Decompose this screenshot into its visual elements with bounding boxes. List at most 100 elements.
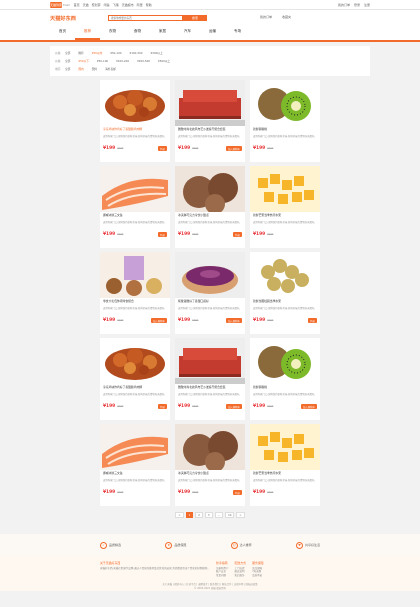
product-card[interactable]: 挪威冰鲜三文鱼 送到你家门口,保鲜保持新鲜美味,新鲜美味的食物天天都有。 ¥199 ¥… <box>100 166 170 248</box>
search-input[interactable] <box>108 15 183 21</box>
top-nav-link[interactable]: 聚划算 <box>92 3 101 7</box>
product-action-button[interactable]: 加入购物车 <box>226 404 242 409</box>
product-action-button[interactable]: 加入购物车 <box>151 318 167 323</box>
search-button[interactable]: 搜索 <box>183 15 207 21</box>
page-button[interactable]: 10 <box>225 512 235 518</box>
product-card[interactable]: 雅致时尚北欧风布艺沙发客厅组合套装 送到你家门口,保鲜保持新鲜美味,新鲜美味的食物… <box>175 338 245 420</box>
filter-option[interactable]: 推荐 <box>78 51 83 55</box>
product-image[interactable] <box>100 338 170 384</box>
product-image[interactable] <box>100 252 170 298</box>
product-image[interactable] <box>100 166 170 212</box>
top-right-link[interactable]: 我的订单 <box>338 3 350 7</box>
filter-option[interactable]: 全部 <box>65 67 70 71</box>
header-link[interactable]: 我的订单 <box>260 15 272 19</box>
page-button[interactable]: 3 <box>204 512 213 518</box>
product-action-button[interactable]: 加入购物车 <box>226 318 242 323</box>
product-image[interactable] <box>250 338 320 384</box>
product-image[interactable] <box>175 338 245 384</box>
filter-option[interactable]: 全部 <box>65 59 70 63</box>
product-action-button[interactable]: 特价 <box>158 232 167 237</box>
product-title[interactable]: 新鲜芒果当季热带水果 <box>250 212 320 220</box>
product-card[interactable]: 雅致时尚北欧风布艺沙发客厅组合套装 送到你家门口,保鲜保持新鲜美味,新鲜美味的食物… <box>175 80 245 162</box>
product-image[interactable] <box>250 424 320 470</box>
product-action-button[interactable]: 特价 <box>308 318 317 323</box>
filter-option[interactable]: ¥200-500 <box>137 59 150 63</box>
product-card[interactable]: 冰淇淋巧克力冷饮小甜点 送到你家门口,保鲜保持新鲜美味,新鲜美味的食物天天都有。 ¥… <box>175 424 245 506</box>
filter-option[interactable]: ¥100-300 <box>130 51 143 55</box>
product-action-button[interactable]: 特价 <box>233 232 242 237</box>
filter-option[interactable]: ¥50-100 <box>110 51 121 55</box>
product-image[interactable] <box>175 166 245 214</box>
product-title[interactable]: 挪威冰鲜三文鱼 <box>100 212 170 220</box>
product-card[interactable]: 新鲜芒果当季热带水果 送到你家门口,保鲜保持新鲜美味,新鲜美味的食物天天都有。 ¥1… <box>250 166 320 248</box>
product-card[interactable]: 冷冻鸡块炸鸡好了香甜脆鸡肉酥 送到你家门口,保鲜保持新鲜美味,新鲜美味的食物天天都… <box>100 80 170 162</box>
product-title[interactable]: 冰淇淋巧克力冷饮小甜点 <box>175 470 245 478</box>
footer-link[interactable]: 品质承诺 <box>252 574 264 578</box>
product-image[interactable] <box>250 252 320 298</box>
filter-option[interactable]: 海外直邮 <box>105 67 116 71</box>
top-nav-link[interactable]: 天猫 <box>83 3 89 7</box>
product-title[interactable]: 雅致时尚北欧风布艺沙发客厅组合套装 <box>175 384 245 392</box>
product-title[interactable]: 挪威冰鲜三文鱼 <box>100 470 170 478</box>
product-title[interactable]: 雅致时尚北欧风布艺沙发客厅组合套装 <box>175 126 245 134</box>
page-button[interactable]: > <box>236 512 245 518</box>
top-nav-link[interactable]: 飞猪 <box>113 3 119 7</box>
product-image[interactable] <box>175 252 245 298</box>
top-nav-link[interactable]: 帮助 <box>146 3 152 7</box>
footer-link[interactable]: 常见问题 <box>216 574 229 578</box>
filter-option[interactable]: ¥500以上 <box>158 59 170 63</box>
filter-option[interactable]: ¥100-200 <box>116 59 129 63</box>
product-card[interactable]: 冷冻鸡块炸鸡好了香甜脆鸡肉酥 送到你家门口,保鲜保持新鲜美味,新鲜美味的食物天天都… <box>100 338 170 420</box>
nav-tab[interactable]: 家居 <box>150 25 175 40</box>
product-card[interactable]: 挪威冰鲜三文鱼 送到你家门口,保鲜保持新鲜美味,新鲜美味的食物天天都有。 ¥199 ¥… <box>100 424 170 506</box>
product-card[interactable]: 新鲜芒果当季热带水果 送到你家门口,保鲜保持新鲜美味,新鲜美味的食物天天都有。 ¥1… <box>250 424 320 506</box>
nav-tab[interactable]: 运输 <box>200 25 225 40</box>
nav-tab[interactable]: 推荐 <box>75 25 100 40</box>
product-card[interactable]: 冰淇淋巧克力冷饮小甜点 送到你家门口,保鲜保持新鲜美味,新鲜美味的食物天天都有。 ¥… <box>175 166 245 248</box>
product-card[interactable]: 新鲜猕猴桃 送到你家门口,保鲜保持新鲜美味,新鲜美味的食物天天都有。 ¥199 ¥29… <box>250 80 320 162</box>
product-action-button[interactable]: 特价 <box>158 404 167 409</box>
product-title[interactable]: 冷冻鸡块炸鸡好了香甜脆鸡肉酥 <box>100 384 170 392</box>
top-nav-link[interactable]: 阿里 <box>137 3 143 7</box>
nav-tab[interactable]: 首页 <box>50 25 75 40</box>
page-button[interactable]: 2 <box>195 512 203 518</box>
filter-option[interactable]: 国外 <box>92 67 97 71</box>
product-title[interactable]: 紫薯蛋糕好了香甜口感好 <box>175 298 245 306</box>
nav-tab[interactable]: 衣物 <box>100 25 125 40</box>
brand-title[interactable]: 天猫好东西 <box>50 15 76 22</box>
product-card[interactable]: 紫薯蛋糕好了香甜口感好 送到你家门口,保鲜保持新鲜美味,新鲜美味的食物天天都有。 ¥… <box>175 252 245 334</box>
top-right-link[interactable]: 注册 <box>364 3 370 7</box>
page-button[interactable]: < <box>175 512 184 518</box>
product-image[interactable] <box>100 424 170 470</box>
product-image[interactable] <box>175 80 245 126</box>
product-card[interactable]: 零食大礼包休闲零食组合 送到你家门口,保鲜保持新鲜美味,新鲜美味的食物天天都有。 ¥… <box>100 252 170 334</box>
product-image[interactable] <box>250 80 320 126</box>
filter-option[interactable]: ¥50以内 <box>92 51 103 55</box>
product-title[interactable]: 零食大礼包休闲零食组合 <box>100 298 170 306</box>
header-link[interactable]: 收藏夹 <box>282 15 291 19</box>
top-right-link[interactable]: 登录 <box>354 3 360 7</box>
mini-logo[interactable]: 天猫到家 tmall <box>50 2 70 8</box>
product-title[interactable]: 新鲜龙眼桂圆当季水果 <box>250 298 320 306</box>
nav-tab[interactable]: 食物 <box>125 25 150 40</box>
nav-tab[interactable]: 专场 <box>225 25 250 40</box>
nav-tab[interactable]: 汽车 <box>175 25 200 40</box>
product-action-button[interactable]: 加入购物车 <box>226 146 242 151</box>
page-button[interactable]: 1 <box>185 512 194 518</box>
top-nav-link[interactable]: 闲鱼 <box>104 3 110 7</box>
product-action-button[interactable]: 加入购物车 <box>301 404 317 409</box>
product-action-button[interactable]: 特价 <box>158 146 167 151</box>
product-title[interactable]: 新鲜芒果当季热带水果 <box>250 470 320 478</box>
product-title[interactable]: 新鲜猕猴桃 <box>250 384 320 392</box>
product-title[interactable]: 新鲜猕猴桃 <box>250 126 320 134</box>
top-nav-link[interactable]: 天猫超市 <box>122 3 134 7</box>
page-button[interactable]: ... <box>214 512 224 518</box>
product-card[interactable]: 新鲜龙眼桂圆当季水果 送到你家门口,保鲜保持新鲜美味,新鲜美味的食物天天都有。 ¥1… <box>250 252 320 334</box>
top-nav-link[interactable]: 首页 <box>74 3 80 7</box>
product-card[interactable]: 新鲜猕猴桃 送到你家门口,保鲜保持新鲜美味,新鲜美味的食物天天都有。 ¥199 ¥29… <box>250 338 320 420</box>
product-image[interactable] <box>175 424 245 472</box>
filter-option[interactable]: ¥50以下 <box>78 59 89 63</box>
product-image[interactable] <box>100 80 170 126</box>
filter-option[interactable]: ¥50-100 <box>97 59 108 63</box>
product-title[interactable]: 冷冻鸡块炸鸡好了香甜脆鸡肉酥 <box>100 126 170 134</box>
